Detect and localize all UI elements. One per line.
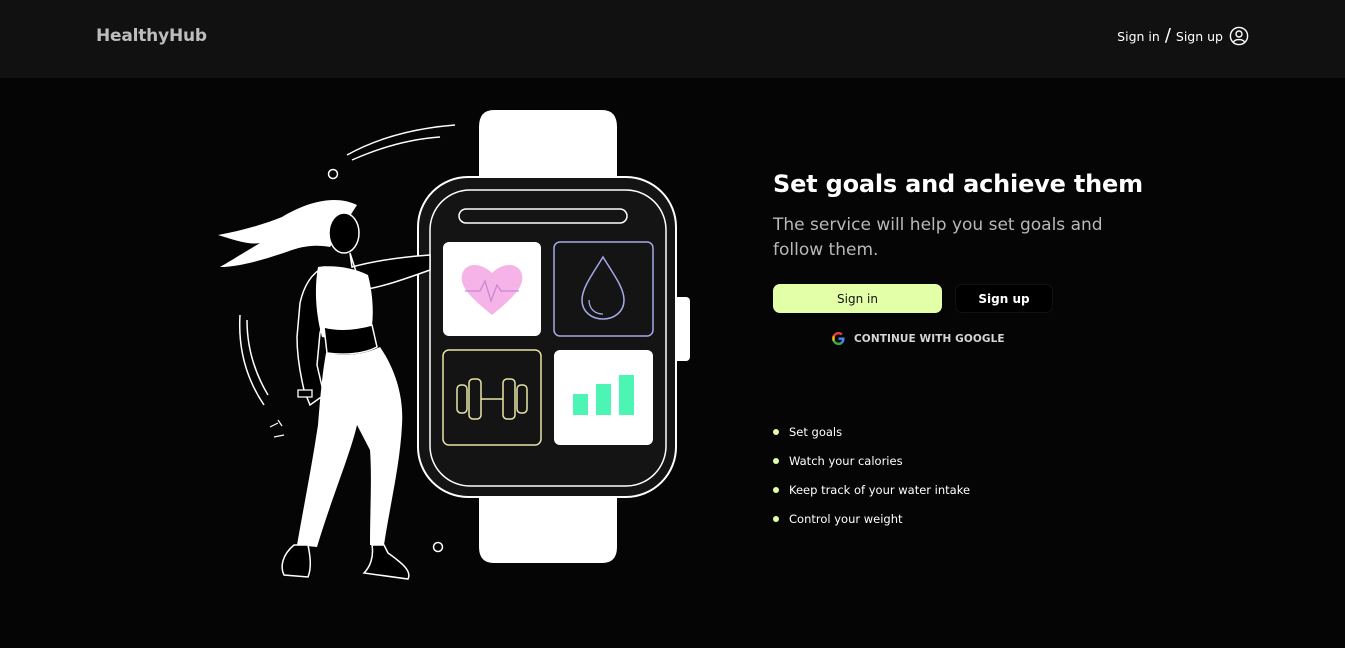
hero-title: Set goals and achieve them (773, 170, 1143, 198)
feature-item: Set goals (773, 417, 970, 446)
user-circle-icon[interactable] (1229, 26, 1249, 46)
google-button-label: CONTINUE WITH GOOGLE (854, 332, 1005, 345)
header-signin-link[interactable]: Sign in (1117, 29, 1160, 44)
header-signup-link[interactable]: Sign up (1176, 29, 1223, 44)
feature-item: Keep track of your water intake (773, 475, 970, 504)
logo[interactable]: HealthyHub (96, 26, 207, 46)
feature-label: Keep track of your water intake (789, 482, 971, 497)
signup-button[interactable]: Sign up (955, 284, 1053, 313)
feature-item: Control your weight (773, 504, 970, 533)
google-icon (832, 331, 845, 346)
google-signin-button[interactable]: CONTINUE WITH GOOGLE (831, 331, 1005, 346)
bullet-dot-icon (773, 428, 779, 435)
bullet-dot-icon (773, 515, 779, 522)
feature-label: Watch your calories (789, 453, 903, 468)
bullet-dot-icon (773, 457, 779, 464)
auth-links: Sign in / Sign up (1117, 26, 1249, 46)
signin-button[interactable]: Sign in (773, 284, 942, 313)
hero-subtitle: The service will help you set goals and … (773, 215, 1103, 260)
top-bar: HealthyHub Sign in / Sign up (0, 0, 1345, 78)
auth-separator: / (1164, 25, 1171, 46)
feature-list: Set goals Watch your calories Keep track… (773, 417, 970, 533)
bullet-dot-icon (773, 486, 779, 493)
feature-label: Control your weight (789, 511, 903, 526)
feature-item: Watch your calories (773, 446, 970, 475)
feature-label: Set goals (789, 424, 843, 439)
hero-illustration (218, 110, 690, 580)
